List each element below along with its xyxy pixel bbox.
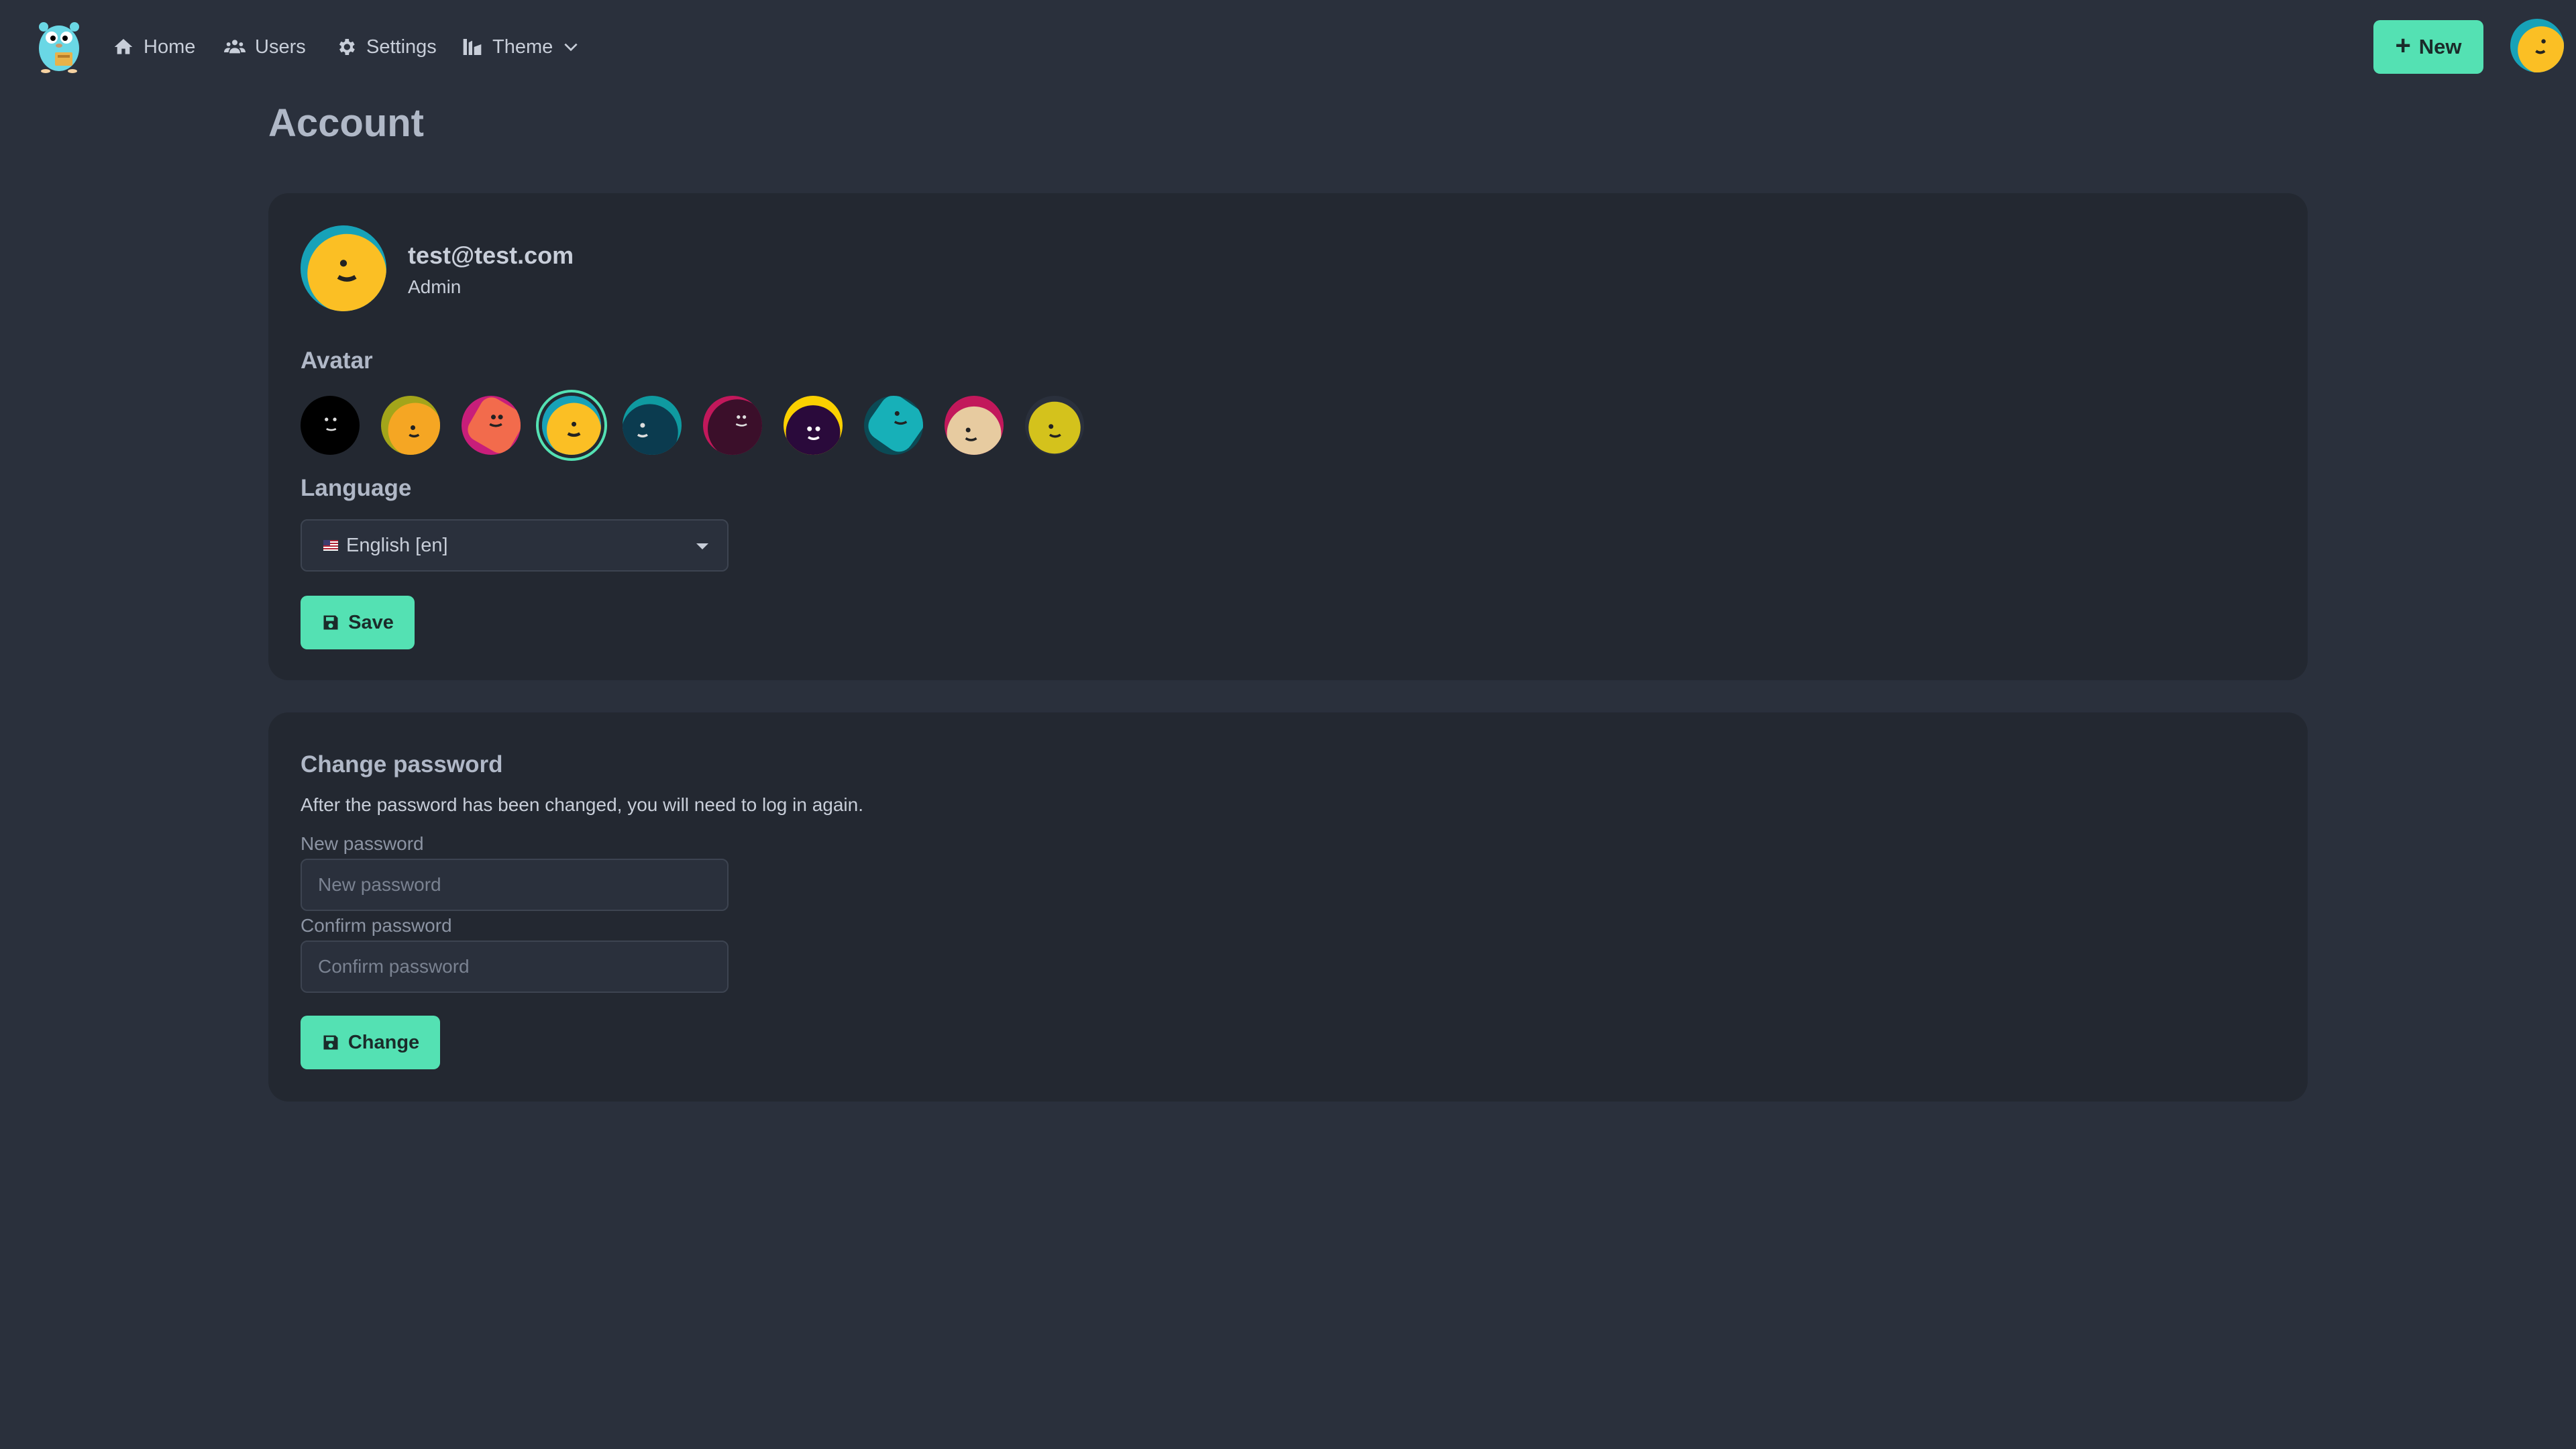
plus-icon: +	[2395, 31, 2411, 60]
account-card: test@test.com Admin Avatar Language Engl…	[268, 193, 2308, 680]
new-password-label: New password	[301, 833, 424, 854]
floppy-disk-icon	[323, 1035, 338, 1050]
language-select-value: English [en]	[346, 534, 448, 556]
avatar-option[interactable]	[703, 396, 762, 455]
change-password-title: Change password	[301, 751, 503, 777]
new-password-input[interactable]	[301, 859, 729, 911]
change-button-label: Change	[347, 1031, 420, 1053]
save-button[interactable]: Save	[301, 596, 415, 649]
avatar-label: Avatar	[301, 347, 373, 374]
change-password-card: Change password After the password has b…	[268, 712, 2308, 1102]
avatar-picker	[301, 392, 1173, 459]
save-button-label: Save	[348, 611, 394, 633]
profile-avatar	[301, 225, 386, 311]
caret-down-icon	[696, 543, 708, 549]
nav-home-label: Home	[144, 36, 196, 58]
home-icon	[114, 39, 133, 54]
us-flag-icon	[323, 540, 338, 551]
chevron-down-icon	[564, 43, 578, 52]
gear-icon	[339, 39, 355, 55]
nav-users[interactable]: Users	[224, 30, 306, 64]
avatar-option[interactable]	[381, 396, 440, 455]
new-button[interactable]: + New	[2373, 20, 2483, 74]
page-title: Account	[268, 101, 424, 145]
avatar-option-selected[interactable]	[542, 396, 601, 455]
logo[interactable]	[35, 17, 83, 74]
profile-email: test@test.com	[408, 241, 574, 269]
change-password-description: After the password has been changed, you…	[301, 794, 864, 815]
nav-home[interactable]: Home	[113, 30, 195, 64]
nav-settings[interactable]: Settings	[335, 30, 437, 64]
nav-theme[interactable]: Theme	[462, 30, 580, 64]
profile-role: Admin	[408, 276, 462, 297]
avatar-option[interactable]	[462, 396, 521, 455]
top-navbar: Home Users Settings Theme + New	[0, 0, 2576, 94]
avatar-option[interactable]	[945, 396, 1004, 455]
language-label: Language	[301, 475, 412, 501]
change-password-button[interactable]: Change	[301, 1016, 440, 1069]
user-avatar-menu[interactable]	[2510, 19, 2564, 72]
avatar-option[interactable]	[1025, 396, 1084, 455]
avatar-option[interactable]	[301, 396, 360, 455]
nav-theme-label: Theme	[492, 36, 553, 58]
confirm-password-label: Confirm password	[301, 915, 452, 936]
new-button-label: New	[2418, 35, 2462, 58]
floppy-disk-icon	[323, 615, 338, 630]
confirm-password-input[interactable]	[301, 941, 729, 993]
language-select[interactable]: English [en]	[301, 519, 729, 572]
avatar-option[interactable]	[623, 396, 682, 455]
nav-users-label: Users	[255, 36, 306, 58]
theme-icon	[463, 39, 482, 55]
nav-settings-label: Settings	[366, 36, 437, 58]
avatar-option[interactable]	[864, 396, 923, 455]
users-icon	[224, 40, 246, 54]
avatar-option[interactable]	[784, 396, 843, 455]
